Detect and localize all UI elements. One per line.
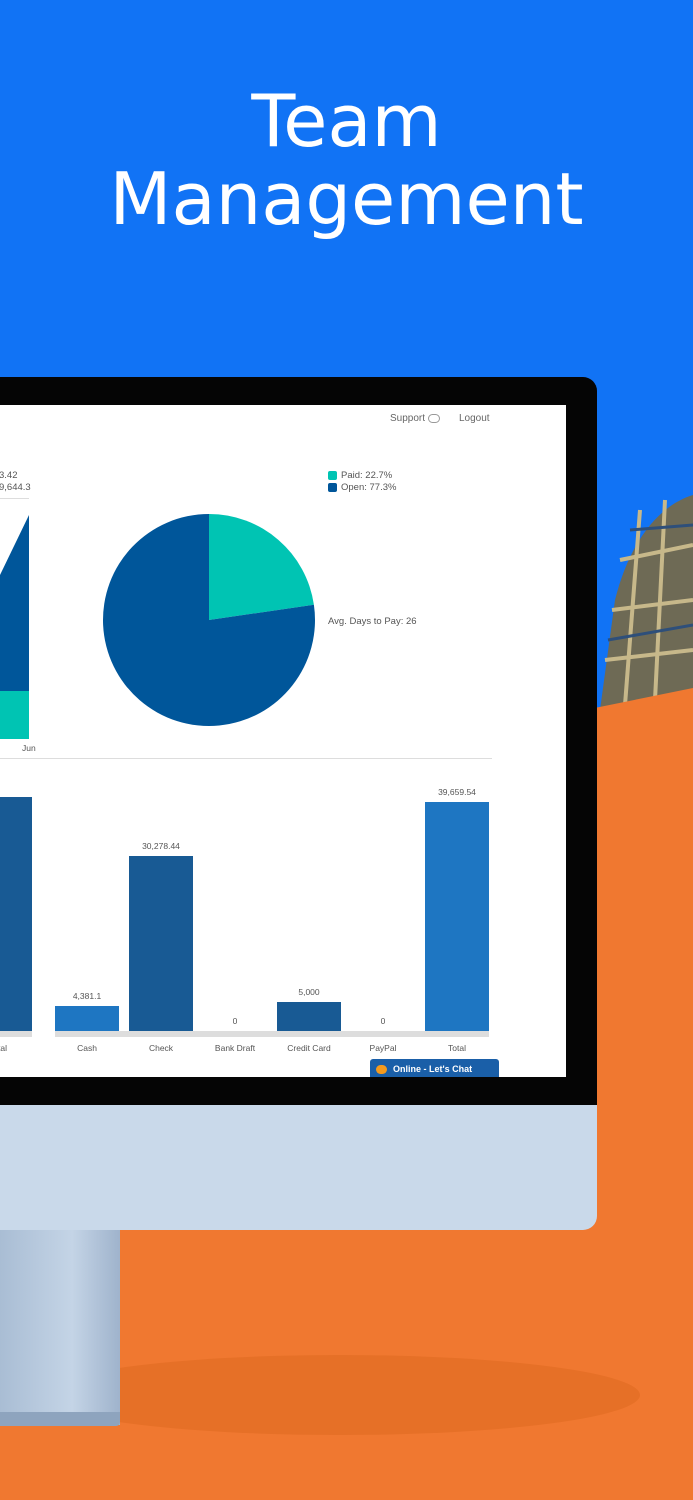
chat-bubble-icon — [427, 413, 440, 423]
bar-category-label: Bank Draft — [214, 1043, 256, 1053]
partial-bar-label: tal — [0, 1043, 7, 1053]
bar-credit-card — [277, 1002, 341, 1031]
bar-category-label: Credit Card — [287, 1043, 331, 1053]
monitor-stand-foot — [0, 1412, 120, 1426]
bar-value-label: 5,000 — [298, 987, 320, 998]
logout-link[interactable]: Logout — [459, 413, 490, 424]
bar-value-label: 0 — [232, 1016, 238, 1026]
bar-cash — [55, 1005, 119, 1031]
legend-paid: Paid: 22.7% — [328, 470, 392, 481]
left-chart-value-1: 3.42 — [0, 470, 18, 481]
bar-category-label: Check — [148, 1043, 174, 1053]
dashboard-screen: Support Logout 3.42 9,644.3 Jun Paid: 22… — [0, 405, 566, 1077]
person-shirt-image — [600, 495, 693, 710]
left-chart-value-2: 9,644.3 — [0, 482, 31, 493]
bar-total — [425, 802, 489, 1031]
left-chart-partial-bar — [0, 515, 29, 739]
support-link[interactable]: Support — [390, 413, 440, 424]
bar-check — [129, 856, 193, 1031]
pie-slice-paid — [209, 514, 314, 620]
left-chart-xlabel: Jun — [22, 743, 36, 753]
bar-value-label: 4,381.1 — [72, 990, 102, 1001]
monitor-chin — [0, 1105, 597, 1230]
chat-icon — [376, 1064, 387, 1074]
chat-button[interactable]: Online - Let's Chat — [370, 1059, 499, 1077]
bar-category-label: PayPal — [369, 1043, 397, 1053]
headline-line-2: Management — [109, 157, 584, 241]
bar-category-label: Cash — [77, 1043, 97, 1053]
bar-value-label: 39,659.54 — [438, 787, 476, 797]
avg-days-to-pay: Avg. Days to Pay: 26 — [328, 616, 417, 627]
partial-bar — [0, 797, 32, 1031]
headline-line-1: Team — [251, 79, 442, 163]
bar-chart-baseline — [55, 1031, 489, 1037]
legend-open: Open: 77.3% — [328, 482, 396, 493]
bar-category-label: Total — [448, 1043, 466, 1053]
section-divider — [0, 758, 492, 759]
payment-status-pie-chart — [103, 514, 316, 726]
bar-value-label: 30,278.44 — [142, 841, 180, 852]
bar-value-label: 0 — [380, 1016, 386, 1026]
monitor-stand — [0, 1230, 120, 1425]
